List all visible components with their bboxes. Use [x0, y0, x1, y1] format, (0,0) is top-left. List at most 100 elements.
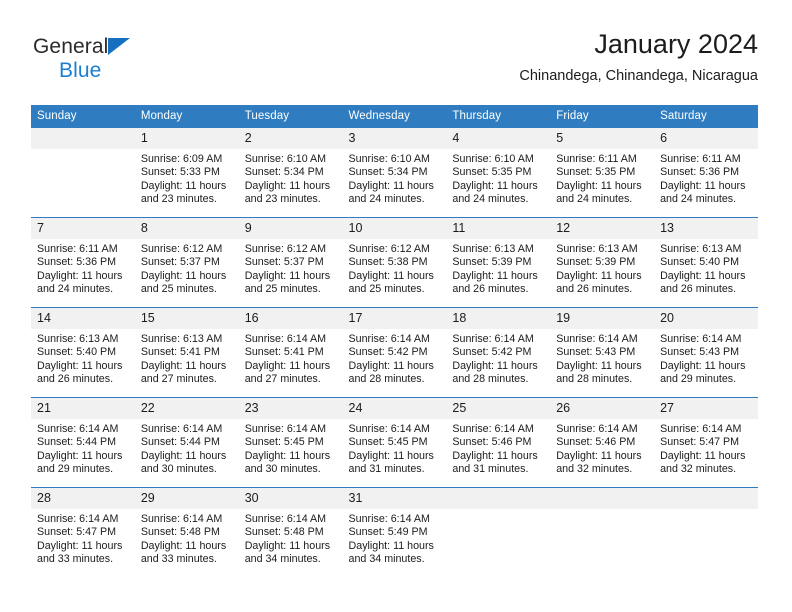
day-cell[interactable]: 10 Sunrise: 6:12 AM Sunset: 5:38 PM Dayligh…: [342, 217, 447, 308]
day-cell[interactable]: 2 Sunrise: 6:10 AM Sunset: 5:34 PM Daylight…: [238, 128, 343, 218]
brand-logo[interactable]: General Blue: [33, 36, 131, 82]
day-cell[interactable]: 23 Sunrise: 6:14 AM Sunset: 5:45 PM Dayligh…: [238, 397, 343, 488]
day-sunset-text: Sunset: 5:47 PM: [37, 526, 117, 539]
day-cell[interactable]: 27 Sunrise: 6:14 AM Sunset: 5:47 PM Dayligh…: [654, 397, 758, 488]
day-cell[interactable]: 28 Sunrise: 6:14 AM Sunset: 5:47 PM Dayligh…: [31, 487, 135, 577]
day-daylight-line2-text: and 28 minutes.: [348, 373, 425, 386]
day-number: 3: [342, 128, 447, 149]
day-daylight-line1-text: Daylight: 11 hours: [37, 269, 123, 282]
day-cell[interactable]: 24 Sunrise: 6:14 AM Sunset: 5:45 PM Dayligh…: [342, 397, 447, 488]
day-daylight-line2-text: and 25 minutes.: [348, 283, 425, 296]
day-cell[interactable]: 12 Sunrise: 6:13 AM Sunset: 5:39 PM Dayligh…: [550, 217, 655, 308]
day-sunrise-text: Sunrise: 6:14 AM: [244, 333, 327, 345]
day-cell[interactable]: 20 Sunrise: 6:14 AM Sunset: 5:43 PM Dayligh…: [654, 307, 758, 398]
day-daylight-line2-text: and 24 minutes.: [452, 193, 529, 206]
day-cell[interactable]: 17 Sunrise: 6:14 AM Sunset: 5:42 PM Dayligh…: [342, 307, 447, 398]
day-number: 9: [238, 218, 343, 239]
day-daylight-line2-text: and 28 minutes.: [556, 373, 633, 386]
day-cell[interactable]: 21 Sunrise: 6:14 AM Sunset: 5:44 PM Dayligh…: [31, 397, 135, 488]
day-sunrise-text: Sunrise: 6:14 AM: [140, 423, 223, 435]
day-daylight-line2-text: and 33 minutes.: [140, 553, 217, 566]
calendar-week-row: 28 Sunrise: 6:14 AM Sunset: 5:47 PM Dayligh…: [31, 487, 758, 577]
day-number: 13: [654, 218, 758, 239]
day-number: 4: [446, 128, 551, 149]
day-daylight-line1-text: Daylight: 11 hours: [348, 269, 434, 282]
day-number: 22: [134, 398, 239, 419]
day-daylight-line1-text: Daylight: 11 hours: [556, 179, 642, 192]
day-cell[interactable]: 6 Sunrise: 6:11 AM Sunset: 5:36 PM Daylight…: [654, 128, 758, 218]
day-number: 14: [31, 308, 135, 329]
day-cell[interactable]: 16 Sunrise: 6:14 AM Sunset: 5:41 PM Dayligh…: [238, 307, 343, 398]
day-cell-empty: [446, 487, 551, 577]
day-details: Sunrise: 6:14 AM Sunset: 5:42 PM Daylight:…: [343, 329, 447, 387]
day-cell[interactable]: 1 Sunrise: 6:09 AM Sunset: 5:33 PM Daylight…: [134, 128, 239, 218]
day-cell[interactable]: 30 Sunrise: 6:14 AM Sunset: 5:48 PM Dayligh…: [238, 487, 343, 577]
day-sunrise-text: Sunrise: 6:14 AM: [348, 333, 430, 345]
day-cell[interactable]: 4 Sunrise: 6:10 AM Sunset: 5:35 PM Daylight…: [446, 128, 551, 218]
day-details: Sunrise: 6:14 AM Sunset: 5:46 PM Daylight:…: [446, 419, 550, 477]
day-daylight-line2-text: and 30 minutes.: [140, 463, 217, 476]
day-daylight-line1-text: Daylight: 11 hours: [140, 269, 227, 282]
day-details: Sunrise: 6:14 AM Sunset: 5:44 PM Daylight:…: [31, 419, 135, 477]
day-sunrise-text: Sunrise: 6:12 AM: [244, 243, 327, 255]
day-number: [31, 128, 135, 149]
weekday-header-monday: Monday: [134, 105, 239, 128]
day-cell[interactable]: 26 Sunrise: 6:14 AM Sunset: 5:46 PM Dayligh…: [550, 397, 655, 488]
logo-text-blue: Blue: [59, 59, 102, 82]
day-daylight-line1-text: Daylight: 11 hours: [244, 359, 331, 372]
weekday-header-thursday: Thursday: [446, 105, 551, 128]
day-daylight-line1-text: Daylight: 11 hours: [140, 359, 227, 372]
day-daylight-line2-text: and 30 minutes.: [244, 463, 321, 476]
day-cell[interactable]: 22 Sunrise: 6:14 AM Sunset: 5:44 PM Dayligh…: [134, 397, 239, 488]
day-number: 5: [550, 128, 655, 149]
weekday-header-row: Sunday Monday Tuesday Wednesday Thursday Frid…: [31, 105, 758, 128]
day-cell[interactable]: 29 Sunrise: 6:14 AM Sunset: 5:48 PM Dayligh…: [134, 487, 239, 577]
day-details: Sunrise: 6:10 AM Sunset: 5:35 PM Daylight:…: [446, 149, 550, 207]
day-sunset-text: Sunset: 5:41 PM: [244, 346, 324, 359]
title-block: January 2024 Chinandega, Chinandega, Nic…: [519, 28, 758, 86]
day-sunset-text: Sunset: 5:42 PM: [452, 346, 532, 359]
day-details: Sunrise: 6:14 AM Sunset: 5:45 PM Daylight:…: [239, 419, 343, 477]
day-sunset-text: Sunset: 5:36 PM: [37, 256, 117, 269]
day-daylight-line2-text: and 24 minutes.: [556, 193, 633, 206]
day-sunset-text: Sunset: 5:40 PM: [37, 346, 117, 359]
day-daylight-line2-text: and 23 minutes.: [244, 193, 321, 206]
day-cell[interactable]: 13 Sunrise: 6:13 AM Sunset: 5:40 PM Dayligh…: [654, 217, 758, 308]
day-daylight-line1-text: Daylight: 11 hours: [452, 269, 538, 282]
day-cell[interactable]: 11 Sunrise: 6:13 AM Sunset: 5:39 PM Dayligh…: [446, 217, 551, 308]
day-number: 24: [342, 398, 447, 419]
day-number: 11: [446, 218, 551, 239]
day-sunrise-text: Sunrise: 6:13 AM: [556, 243, 638, 255]
day-number: 17: [342, 308, 447, 329]
day-sunrise-text: Sunrise: 6:14 AM: [244, 513, 327, 525]
day-cell[interactable]: 5 Sunrise: 6:11 AM Sunset: 5:35 PM Daylight…: [550, 128, 655, 218]
day-cell[interactable]: 14 Sunrise: 6:13 AM Sunset: 5:40 PM Dayligh…: [31, 307, 135, 398]
day-cell[interactable]: 8 Sunrise: 6:12 AM Sunset: 5:37 PM Daylight…: [134, 217, 239, 308]
day-details: Sunrise: 6:13 AM Sunset: 5:39 PM Daylight:…: [446, 239, 550, 297]
day-sunrise-text: Sunrise: 6:11 AM: [660, 153, 741, 165]
day-cell-empty: [654, 487, 758, 577]
day-cell[interactable]: 7 Sunrise: 6:11 AM Sunset: 5:36 PM Daylight…: [31, 217, 135, 308]
day-daylight-line1-text: Daylight: 11 hours: [348, 359, 434, 372]
day-number: 31: [342, 488, 447, 509]
day-number: 12: [550, 218, 655, 239]
day-cell[interactable]: 18 Sunrise: 6:14 AM Sunset: 5:42 PM Dayligh…: [446, 307, 551, 398]
day-cell[interactable]: 15 Sunrise: 6:13 AM Sunset: 5:41 PM Dayligh…: [134, 307, 239, 398]
day-cell[interactable]: 9 Sunrise: 6:12 AM Sunset: 5:37 PM Daylight…: [238, 217, 343, 308]
day-number: [550, 488, 655, 509]
day-daylight-line2-text: and 24 minutes.: [660, 193, 737, 206]
day-daylight-line2-text: and 34 minutes.: [244, 553, 321, 566]
day-sunrise-text: Sunrise: 6:14 AM: [140, 513, 223, 525]
day-daylight-line2-text: and 32 minutes.: [556, 463, 633, 476]
day-number: 16: [238, 308, 343, 329]
day-cell[interactable]: 3 Sunrise: 6:10 AM Sunset: 5:34 PM Daylight…: [342, 128, 447, 218]
day-daylight-line1-text: Daylight: 11 hours: [348, 539, 434, 552]
day-cell[interactable]: 31 Sunrise: 6:14 AM Sunset: 5:49 PM Dayligh…: [342, 487, 447, 577]
calendar-table: Sunday Monday Tuesday Wednesday Thursday Frid…: [31, 105, 758, 577]
day-number: 30: [238, 488, 343, 509]
day-details: Sunrise: 6:11 AM Sunset: 5:36 PM Daylight:…: [654, 149, 758, 207]
day-cell[interactable]: 19 Sunrise: 6:14 AM Sunset: 5:43 PM Dayligh…: [550, 307, 655, 398]
day-cell[interactable]: 25 Sunrise: 6:14 AM Sunset: 5:46 PM Dayligh…: [446, 397, 551, 488]
day-daylight-line1-text: Daylight: 11 hours: [660, 359, 746, 372]
day-daylight-line1-text: Daylight: 11 hours: [37, 539, 123, 552]
